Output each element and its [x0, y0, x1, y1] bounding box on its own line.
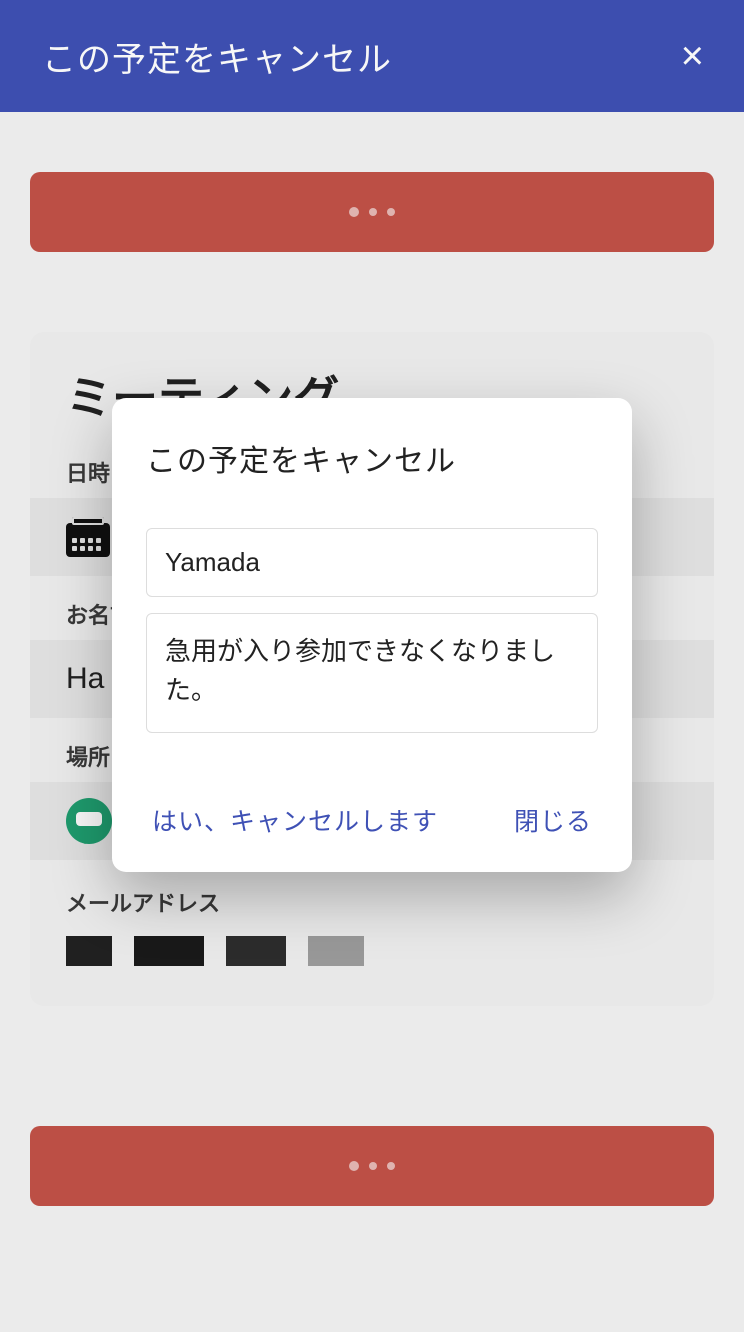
- cancel-reason-input[interactable]: [146, 613, 598, 733]
- confirm-cancel-button[interactable]: はい、キャンセルします: [152, 802, 438, 838]
- cancel-name-input[interactable]: [146, 528, 598, 597]
- modal-title: この予定をキャンセル: [146, 436, 598, 480]
- modal-actions: はい、キャンセルします 閉じる: [146, 802, 598, 852]
- cancel-confirm-modal: この予定をキャンセル はい、キャンセルします 閉じる: [112, 398, 632, 872]
- modal-overlay: この予定をキャンセル はい、キャンセルします 閉じる: [0, 0, 744, 1332]
- close-modal-button[interactable]: 閉じる: [514, 802, 592, 838]
